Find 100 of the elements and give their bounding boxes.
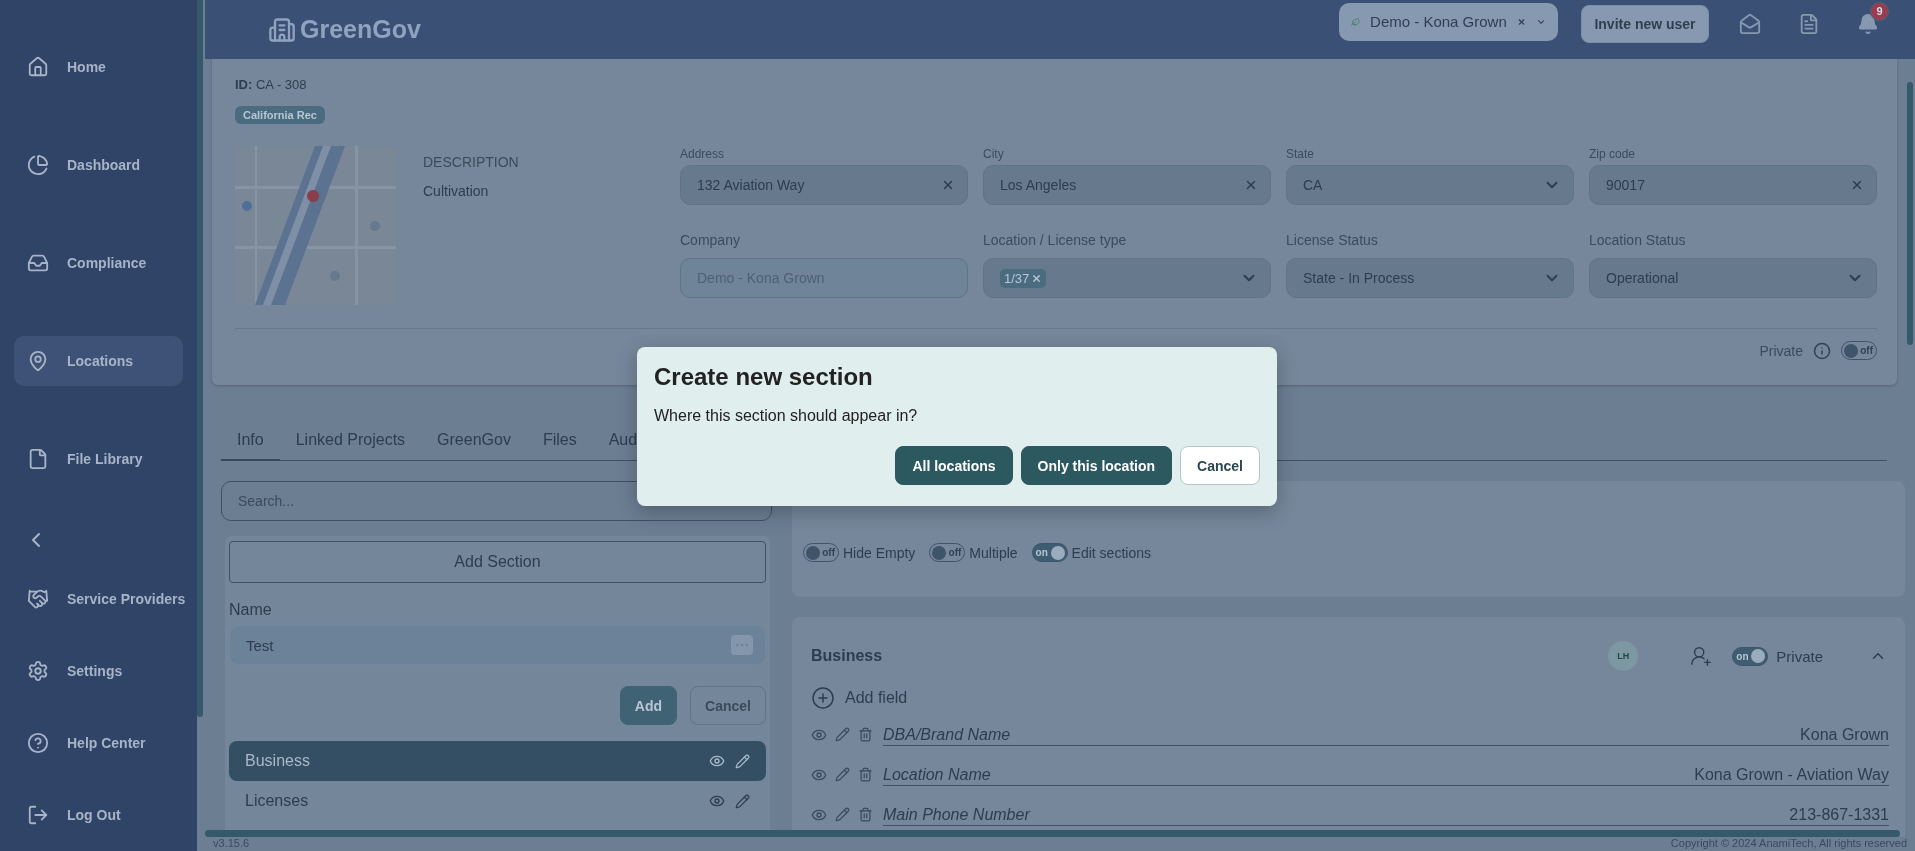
field-label: License Status	[1286, 230, 1379, 250]
pencil-icon[interactable]	[835, 727, 850, 742]
toggle-switch[interactable]: on	[1732, 646, 1769, 666]
description-text: Cultivation	[423, 183, 490, 199]
pencil-icon[interactable]	[835, 807, 850, 822]
select-field[interactable]: Operational	[1589, 258, 1877, 298]
handshake-icon	[27, 588, 49, 610]
clear-icon[interactable]	[1850, 178, 1864, 192]
field-name: DBA/Brand Name	[883, 724, 1011, 745]
map-pin-icon	[27, 350, 49, 372]
field-label: Company	[680, 230, 741, 250]
field-name: Main Phone Number	[883, 804, 1030, 825]
sidebar-item[interactable]: File Library	[14, 434, 183, 484]
inbox-icon	[27, 252, 49, 274]
section-item[interactable]: Licenses	[229, 781, 766, 821]
private-label: Private	[1759, 342, 1803, 359]
sidebar-item[interactable]: Settings	[14, 646, 183, 696]
sidebar-item[interactable]: Help Center	[14, 718, 183, 768]
sidebar-item[interactable]: Compliance	[14, 238, 183, 288]
tab[interactable]: Linked Projects	[279, 420, 422, 461]
eye-icon[interactable]	[811, 807, 827, 823]
sidebar-item[interactable]: Log Out	[14, 790, 183, 840]
field-value: Kona Grown - Aviation Way	[1694, 764, 1889, 785]
remove-icon[interactable]	[1031, 272, 1043, 284]
organization-select[interactable]: Demo - Kona Grown	[1339, 2, 1558, 41]
building-icon	[268, 15, 296, 44]
more-icon[interactable]	[731, 635, 753, 655]
scrollbar-thumb[interactable]	[197, 0, 203, 717]
input-field[interactable]: Los Angeles	[983, 165, 1271, 205]
scrollbar-thumb[interactable]	[205, 830, 1900, 837]
mail-open-icon[interactable]	[1738, 12, 1761, 35]
input-field[interactable]: 132 Aviation Way	[680, 165, 968, 205]
notification-badge: 9	[1870, 1, 1889, 21]
select-field[interactable]: State - In Process	[1286, 258, 1574, 298]
add-section-button[interactable]: Add Section	[229, 541, 766, 583]
eye-icon[interactable]	[709, 753, 725, 769]
tag-chip: 1/37	[1000, 268, 1047, 288]
scrollbar-thumb[interactable]	[1907, 82, 1913, 345]
region-tag: California Rec	[235, 106, 325, 124]
sidebar-item[interactable]: Service Providers	[14, 574, 183, 624]
add-button[interactable]: Add	[619, 686, 678, 725]
invite-user-button[interactable]: Invite new user	[1581, 4, 1709, 43]
field-value: 213-867-1331	[1789, 804, 1889, 825]
field-name: Location Name	[883, 764, 991, 785]
trash-icon[interactable]	[858, 807, 873, 822]
section-item[interactable]: Business	[229, 741, 766, 781]
input-field[interactable]: Test	[229, 625, 766, 665]
trash-icon[interactable]	[858, 767, 873, 782]
field-label: State	[1286, 146, 1316, 163]
name-label: Name	[229, 601, 273, 619]
tab[interactable]: GreenGov	[421, 420, 527, 461]
field-label: City	[983, 146, 1005, 163]
field-label: Address	[680, 146, 726, 163]
pencil-icon[interactable]	[735, 793, 750, 809]
settings-icon	[27, 660, 49, 682]
help-icon	[27, 732, 49, 754]
tab[interactable]: Info	[221, 420, 280, 461]
cancel-button[interactable]: Cancel	[690, 686, 766, 725]
toggle-label: Edit sections	[1071, 544, 1151, 561]
sidebar-item[interactable]: Locations	[14, 336, 183, 386]
input-field[interactable]: 90017	[1589, 165, 1877, 205]
eye-icon[interactable]	[811, 767, 827, 783]
sidebar-item[interactable]: Home	[14, 42, 183, 92]
toggle-label: Hide Empty	[843, 544, 916, 561]
eye-icon[interactable]	[811, 727, 827, 743]
eye-icon[interactable]	[709, 793, 725, 809]
description-label: DESCRIPTION	[423, 154, 520, 170]
clear-icon[interactable]	[941, 178, 955, 192]
toggle-switch[interactable]: on	[1031, 543, 1068, 562]
toggle-label: Multiple	[969, 544, 1018, 561]
field-label: Zip code	[1589, 146, 1637, 163]
sidebar-item[interactable]: Dashboard	[14, 140, 183, 190]
dialog-button[interactable]: All locations	[895, 446, 1013, 485]
dialog-button[interactable]: Only this location	[1020, 446, 1173, 485]
dialog-title: Create new section	[654, 363, 874, 391]
field-value: Kona Grown	[1800, 724, 1889, 745]
bell-icon[interactable]	[1856, 12, 1879, 35]
add-user-icon[interactable]	[1690, 645, 1713, 667]
logout-icon	[27, 804, 49, 826]
logo-text: GreenGov	[300, 15, 421, 44]
file-icon	[27, 448, 49, 470]
pencil-icon[interactable]	[835, 767, 850, 782]
plus-circle-icon	[811, 686, 835, 710]
clear-icon[interactable]	[1244, 178, 1258, 192]
tab[interactable]: Files	[526, 420, 593, 461]
section-title: Business	[811, 647, 884, 665]
user-avatar: LH	[1608, 641, 1639, 671]
private-label: Private	[1776, 647, 1823, 665]
home-icon	[27, 56, 49, 78]
tab[interactable]: Aud	[592, 420, 654, 461]
pie-chart-icon	[27, 154, 49, 176]
dialog-button[interactable]: Cancel	[1180, 446, 1260, 485]
info-icon[interactable]	[1813, 341, 1831, 360]
select-field[interactable]: 1/37	[983, 258, 1271, 298]
trash-icon[interactable]	[858, 727, 873, 742]
dialog-message: Where this section should appear in?	[654, 407, 919, 425]
select-field[interactable]: CA	[1286, 165, 1574, 205]
field-label: Location / License type	[983, 230, 1128, 250]
add-field-button[interactable]: Add field	[811, 683, 1897, 713]
pencil-icon[interactable]	[735, 753, 750, 769]
